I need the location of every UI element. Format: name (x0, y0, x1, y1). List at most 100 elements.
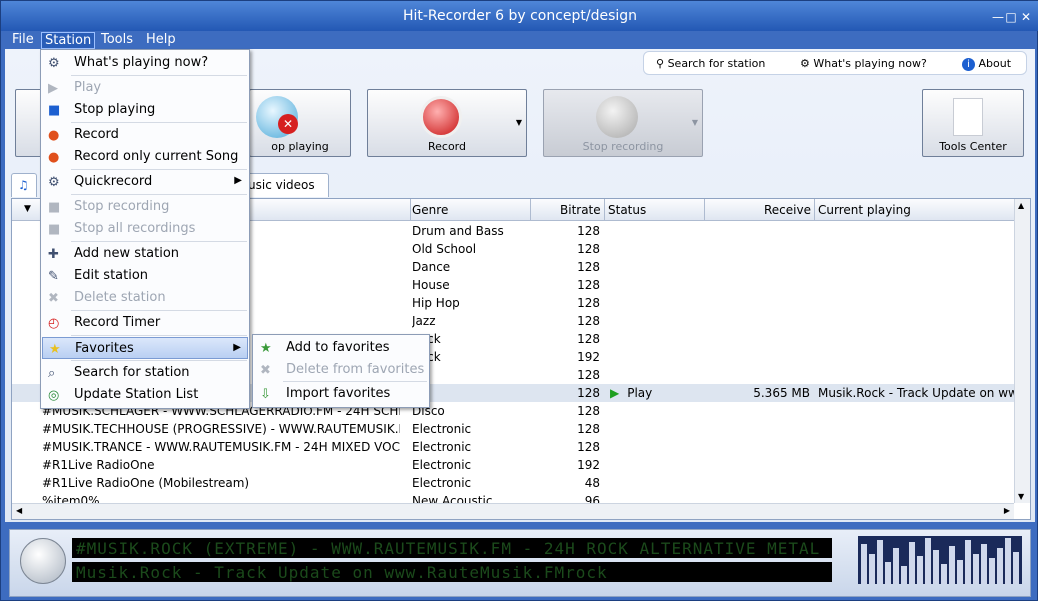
dropdown-icon[interactable]: ▼ (516, 118, 522, 127)
record-icon (420, 96, 462, 138)
cell-bitrate: 128 (577, 386, 600, 400)
horizontal-scrollbar[interactable]: ◀ ▶ (12, 503, 1014, 519)
menu-item-label: Favorites (75, 341, 134, 356)
lcd-station: #MUSIK.ROCK (EXTREME) - WWW.RAUTEMUSIK.F… (72, 538, 832, 558)
menu-item-label: Record only current Song (74, 149, 239, 164)
scroll-right-icon[interactable]: ▶ (1004, 506, 1010, 515)
menu-separator (71, 335, 247, 336)
tools-center-button[interactable]: Tools Center (922, 89, 1024, 157)
spectrum-bar (981, 544, 987, 584)
quickrecord-icon: ⚙ (48, 175, 60, 190)
menu-item-import-favorites[interactable]: ⇩ Import favorites (254, 383, 428, 405)
whats-playing-link[interactable]: ⚙ What's playing now? (800, 57, 927, 70)
cell-name: #R1Live RadioOne (42, 458, 155, 472)
cell-genre: House (412, 278, 450, 292)
minimize-icon[interactable]: — (991, 10, 1005, 24)
tab-music[interactable]: ♫ (11, 173, 37, 197)
menu-station[interactable]: Station (41, 32, 96, 49)
player-panel: #MUSIK.ROCK (EXTREME) - WWW.RAUTEMUSIK.F… (9, 529, 1031, 597)
spectrum-bar (1013, 552, 1019, 584)
add-icon: ✚ (48, 247, 59, 262)
menu-help[interactable]: Help (143, 32, 179, 47)
column-menu-icon[interactable]: ▼ (24, 204, 31, 214)
record-label: Record (427, 140, 466, 153)
menu-separator (71, 122, 247, 123)
menu-item-record-timer[interactable]: ◴ Record Timer (42, 312, 248, 334)
close-icon[interactable]: ✕ (1019, 10, 1033, 24)
spectrum-bar (1005, 538, 1011, 584)
scroll-down-icon[interactable]: ▼ (1018, 492, 1024, 501)
stop-icon: ■ (48, 222, 61, 237)
tab-music-videos[interactable]: usic videos (241, 173, 329, 197)
dropdown-icon: ▼ (691, 118, 698, 127)
stop-recording-label: Stop recording (582, 140, 664, 153)
menu-item-stop-playing[interactable]: ■ Stop playing (42, 99, 248, 121)
scroll-left-icon[interactable]: ◀ (16, 506, 22, 515)
volume-knob[interactable] (20, 538, 66, 584)
cell-bitrate: 128 (577, 404, 600, 418)
top-toolbar: ⚲ Search for station ⚙ What's playing no… (643, 51, 1027, 75)
play-icon: ▶ (610, 386, 620, 400)
stop-playing-button[interactable]: ✕ op playing (249, 89, 351, 157)
maximize-icon[interactable]: □ (1004, 10, 1018, 24)
spectrum-bar (933, 550, 939, 584)
edit-icon: ✎ (48, 269, 59, 284)
menu-item-edit-station[interactable]: ✎ Edit station (42, 265, 248, 287)
record-button[interactable]: ▼ Record (367, 89, 527, 157)
stop-playing-label: op playing (271, 140, 329, 153)
favorites-submenu: ★ Add to favorites ✖ Delete from favorites ⇩… (252, 334, 430, 408)
menu-file[interactable]: File (9, 32, 37, 47)
menu-item-quickrecord[interactable]: ⚙ Quickrecord ▶ (42, 171, 248, 193)
search-station-link[interactable]: ⚲ Search for station (656, 57, 765, 70)
column-bitrate[interactable]: Bitrate (560, 203, 601, 217)
menu-item-label: What's playing now? (74, 55, 209, 70)
menu-item-add-to-favorites[interactable]: ★ Add to favorites (254, 337, 428, 359)
menu-item-record-only-current-song[interactable]: ● Record only current Song (42, 146, 248, 168)
cell-name: #MUSIK.TRANCE - WWW.RAUTEMUSIK.FM - 24H … (42, 440, 400, 454)
menu-item-favorites[interactable]: ★ Favorites ▶ (42, 337, 248, 359)
menu-item-label: Stop all recordings (74, 221, 196, 236)
record-icon: ● (48, 150, 60, 165)
menu-item-label: Record Timer (74, 315, 161, 330)
menu-item-stop-all-recordings: ■ Stop all recordings (42, 218, 248, 240)
spectrum-bar (909, 542, 915, 584)
menu-item-update-station-list[interactable]: ◎ Update Station List (42, 384, 248, 406)
cell-receive: 5.365 MB (753, 386, 810, 400)
table-row[interactable]: #R1Live RadioOne Electronic 192 (12, 456, 1014, 474)
table-row[interactable]: #R1Live RadioOne (Mobilestream) Electroni… (12, 474, 1014, 492)
spectrum-bar (861, 544, 867, 584)
column-receive[interactable]: Receive (764, 203, 811, 217)
menu-item-label: Update Station List (74, 387, 199, 402)
column-genre[interactable]: Genre (412, 203, 448, 217)
scroll-up-icon[interactable]: ▲ (1018, 201, 1024, 210)
cell-current: Musik.Rock - Track Update on www. (818, 386, 1014, 400)
table-row[interactable]: #MUSIK.TRANCE - WWW.RAUTEMUSIK.FM - 24H … (12, 438, 1014, 456)
spectrum-bar (925, 538, 931, 584)
menu-separator (283, 381, 427, 382)
vertical-scrollbar[interactable]: ▲ ▼ (1014, 199, 1030, 503)
cell-genre: Electronic (412, 476, 472, 490)
table-row[interactable]: #MUSIK.TECHHOUSE (PROGRESSIVE) - WWW.RAU… (12, 420, 1014, 438)
menu-item-label: Stop recording (74, 199, 170, 214)
cell-genre: Hip Hop (412, 296, 460, 310)
menu-tools[interactable]: Tools (98, 32, 136, 47)
lcd-track: Musik.Rock - Track Update on www.RauteMu… (72, 562, 832, 582)
spectrum-bar (973, 554, 979, 584)
menu-item-record[interactable]: ● Record (42, 124, 248, 146)
app-window: Hit-Recorder 6 by concept/design — □ ✕ F… (0, 0, 1038, 601)
column-divider (814, 199, 815, 221)
delete-favorite-icon: ✖ (260, 363, 271, 378)
title-bar: Hit-Recorder 6 by concept/design — □ ✕ (1, 1, 1038, 31)
cell-bitrate: 128 (577, 422, 600, 436)
column-divider (604, 199, 605, 221)
about-link[interactable]: i About (962, 57, 1011, 71)
cell-name: #MUSIK.TECHHOUSE (PROGRESSIVE) - WWW.RAU… (42, 422, 400, 436)
menu-item-label: Search for station (74, 365, 190, 380)
column-status[interactable]: Status (608, 203, 646, 217)
cell-bitrate: 128 (577, 440, 600, 454)
menu-item-add-new-station[interactable]: ✚ Add new station (42, 243, 248, 265)
column-current[interactable]: Current playing (818, 203, 911, 217)
cell-genre: Jazz (412, 314, 436, 328)
menu-item-search-for-station[interactable]: ⌕ Search for station (42, 362, 248, 384)
menu-item-what-s-playing-now[interactable]: ⚙ What's playing now? (42, 52, 248, 74)
